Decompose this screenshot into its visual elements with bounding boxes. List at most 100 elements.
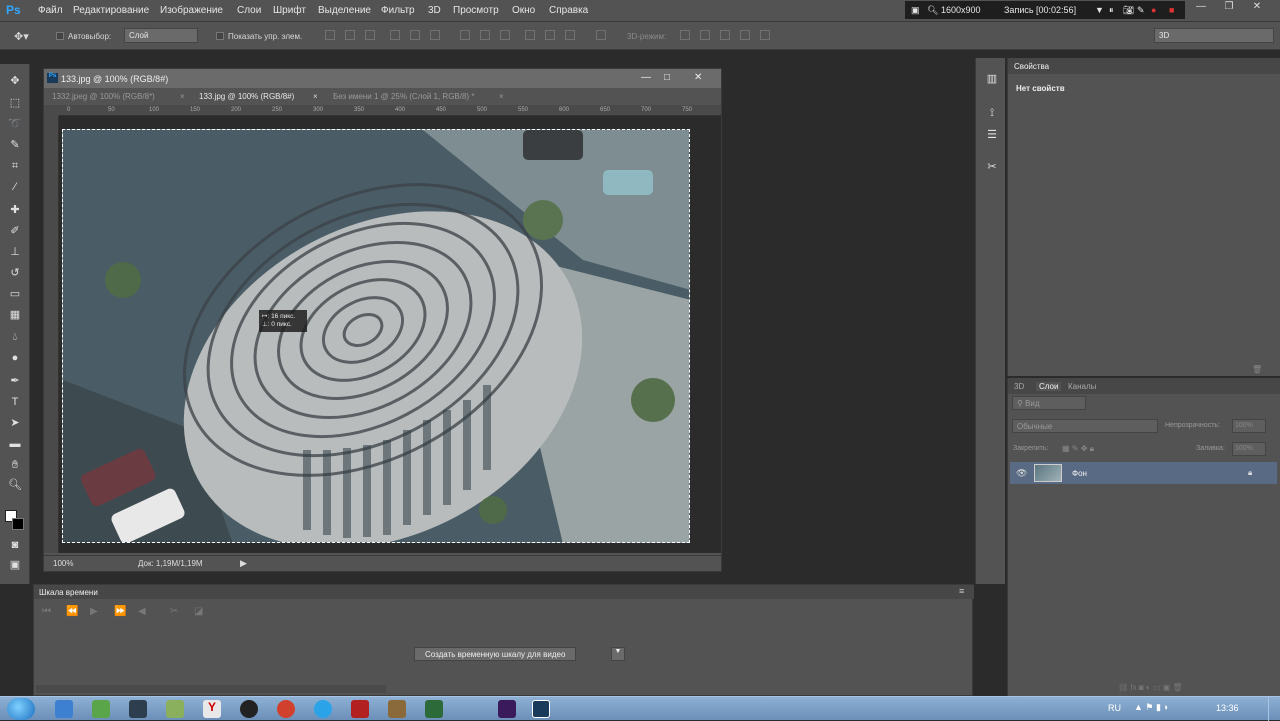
layer-name[interactable]: Фон [1072,469,1087,478]
prev-frame-icon[interactable]: ⏪ [66,606,78,617]
doc-tab-133[interactable]: 133.jpg @ 100% (RGB/8#) [191,89,324,105]
gradient-tool-icon[interactable]: ▦ [7,308,23,322]
crop-tool-icon[interactable]: ⌗ [7,159,23,173]
align-hcenter-icon[interactable] [410,30,420,40]
blend-mode-select[interactable]: Обычные [1012,419,1158,433]
app-icon[interactable] [166,700,184,718]
align-left-icon[interactable] [390,30,400,40]
menu-3d[interactable]: 3D [428,5,441,16]
align-right-icon[interactable] [430,30,440,40]
histogram-icon[interactable]: ▥ [984,72,1000,86]
layer-row-background[interactable]: 👁︎ Фон 🔒︎ [1010,462,1277,484]
doc-tab-1332[interactable]: 1332.jpeg @ 100% (RGB/8*) [44,89,189,105]
3d-slide-icon[interactable] [740,30,750,40]
tool-presets-icon[interactable]: ✂ [984,160,1000,174]
menu-window[interactable]: Окно [512,5,535,16]
brush-preset-icon[interactable]: ⟟ [984,106,1000,120]
lock-icons[interactable]: ▦ ✎ ✥ 🔒︎ [1062,444,1094,454]
document-titlebar[interactable]: Ps 133.jpg @ 100% (RGB/8#) — □ ✕ [44,69,721,88]
tab-channels[interactable]: Каналы [1068,382,1096,391]
minimize-icon[interactable]: — [641,72,651,83]
tab-3d[interactable]: 3D [1014,382,1024,391]
play-icon[interactable]: ▶ [90,606,98,617]
game-icon[interactable] [388,700,406,718]
close-icon[interactable]: × [499,92,504,101]
skype-icon[interactable] [314,700,332,718]
fill-input[interactable]: 100% [1232,442,1266,456]
menu-image[interactable]: Изображение [160,5,223,16]
3d-pan-icon[interactable] [720,30,730,40]
pause-icon[interactable]: ⏸ [1109,5,1114,16]
vertical-ruler[interactable] [44,116,59,553]
lasso-tool-icon[interactable]: ➰ [7,117,23,131]
menu-layers[interactable]: Слои [237,5,261,16]
clone-stamp-tool-icon[interactable]: ⊥ [7,245,23,259]
show-desktop-button[interactable] [1268,697,1280,721]
shield-icon[interactable] [55,700,73,718]
align-top-icon[interactable] [325,30,335,40]
properties-tab[interactable]: Свойства [1014,62,1049,71]
create-video-timeline-button[interactable]: Создать временную шкалу для видео [414,647,577,661]
camera-icon[interactable]: 📷︎ [1123,5,1134,16]
yandex-icon[interactable]: Y [203,700,221,718]
path-select-tool-icon[interactable]: ➤ [7,416,23,430]
media-player-icon[interactable] [129,700,147,718]
background-color-swatch[interactable] [12,518,24,530]
rectangle-tool-icon[interactable]: ▬ [7,437,23,451]
healing-brush-tool-icon[interactable]: ✚ [7,203,23,217]
language-indicator[interactable]: RU [1108,703,1121,713]
move-tool-icon[interactable]: ✥ [7,74,23,88]
zoom-tool-icon[interactable]: 🔍︎ [7,478,23,492]
menu-edit[interactable]: Редактирование [73,5,149,16]
menu-view[interactable]: Просмотр [453,5,499,16]
layer-filter-select[interactable]: ⚲ Вид [1012,396,1086,410]
3d-roll-icon[interactable] [700,30,710,40]
3d-scale-icon[interactable] [760,30,770,40]
distribute-hcenter-icon[interactable] [545,30,555,40]
menu-file[interactable]: Файл [38,5,63,16]
align-vcenter-icon[interactable] [345,30,355,40]
chevron-down-icon[interactable]: ▼ [1095,5,1104,15]
marquee-tool-icon[interactable]: ⬚ [7,96,23,110]
blur-tool-icon[interactable]: 💧︎ [7,330,23,344]
close-icon[interactable]: × [313,92,318,101]
filezilla-icon[interactable] [351,700,369,718]
distribute-vcenter-icon[interactable] [480,30,490,40]
history-brush-tool-icon[interactable]: ↺ [7,266,23,280]
pen-tool-icon[interactable]: ✒ [7,374,23,388]
maximize-icon[interactable]: □ [664,72,670,83]
type-tool-icon[interactable]: T [7,395,23,409]
transition-icon[interactable]: ◪ [194,606,203,617]
timeline-title[interactable]: Шкала времени [39,588,98,597]
menu-type[interactable]: Шрифт [273,5,306,16]
adjustments-icon[interactable]: ☰ [984,128,1000,142]
auto-align-icon[interactable] [596,30,606,40]
show-transform-checkbox[interactable] [216,32,224,40]
doc-size-info[interactable]: Док: 1,19M/1,19M [138,559,203,568]
first-frame-icon[interactable]: ⏮ [42,606,51,617]
eye-icon[interactable]: 👁︎ [1016,468,1027,479]
close-icon[interactable]: ✕ [694,72,702,83]
premiere-icon[interactable] [498,700,516,718]
screen-mode-icon[interactable]: ▣ [7,558,23,572]
autoselect-select[interactable]: Слой [124,28,198,43]
panel-menu-icon[interactable]: ≡ [959,586,964,596]
brush-tool-icon[interactable]: ✐ [7,224,23,238]
maximize-icon[interactable]: ❐ [1216,1,1242,15]
move-tool-icon[interactable]: ✥▾ [14,30,29,43]
eyedropper-tool-icon[interactable]: ⁄ [7,180,23,194]
horizontal-ruler[interactable]: 0 50 100 150 200 250 300 350 400 450 500… [59,105,721,116]
utorrent-icon[interactable] [92,700,110,718]
stop-icon[interactable]: ■ [1169,5,1174,15]
layers-footer-icons[interactable]: ⛓ fx ◙ ◐ ▭ ▣ 🗑︎ [1118,683,1183,692]
workspace-select[interactable]: 3D [1154,28,1274,43]
quick-mask-icon[interactable]: ◙ [7,538,23,552]
search-icon[interactable]: 🔍︎ [927,5,938,16]
zoom-level[interactable]: 100% [53,559,73,568]
tray-icons[interactable]: ▲ ⚑ ▮ ◗ [1134,702,1169,713]
scissors-icon[interactable]: ✂ [170,606,178,617]
recorder-monitor-icon[interactable]: ▣ [911,5,920,16]
clock[interactable]: 13:36 [1216,703,1239,713]
trash-icon[interactable]: 🗑︎ [1252,365,1262,374]
audio-icon[interactable]: ◀ [138,606,146,617]
